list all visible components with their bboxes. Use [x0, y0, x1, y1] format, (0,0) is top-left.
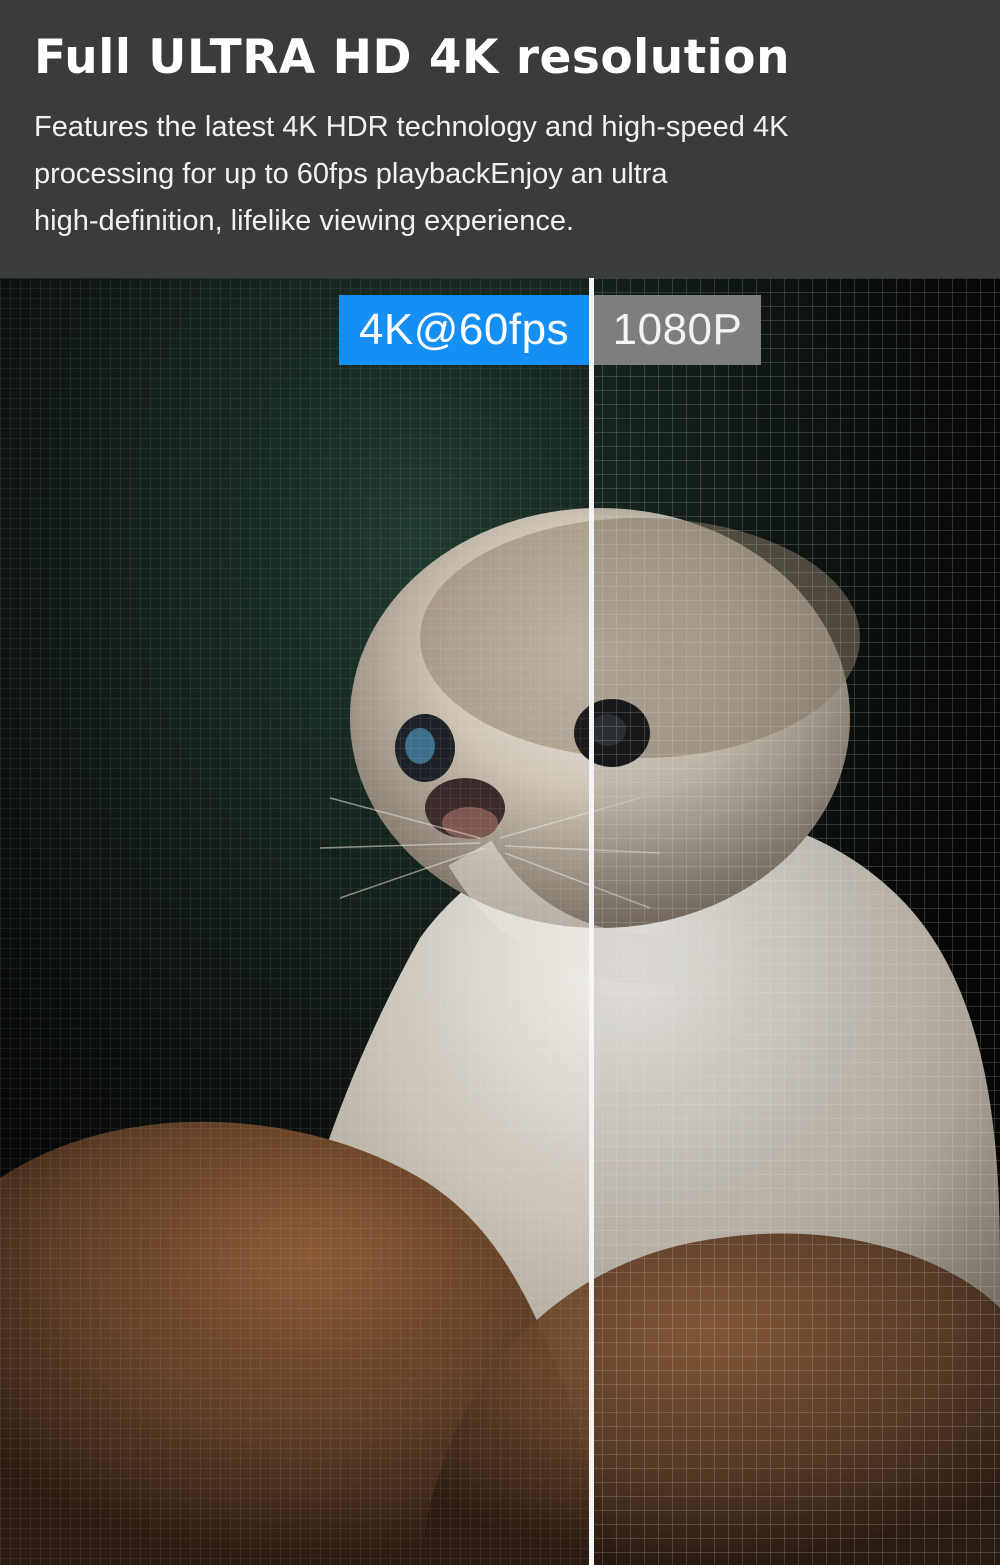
meerkat-comparison-photo: [0, 278, 1000, 1565]
page-title: Full ULTRA HD 4K resolution: [34, 30, 791, 85]
comparison-divider: [589, 278, 594, 1565]
feature-description: Features the latest 4K HDR technology an…: [34, 104, 934, 245]
description-line-1: Features the latest 4K HDR technology an…: [34, 111, 789, 143]
description-line-3: high-definition, lifelike viewing experi…: [34, 205, 575, 237]
header-banner: Full ULTRA HD 4K resolution Features the…: [0, 0, 1000, 278]
badge-1080p: 1080P: [594, 295, 761, 365]
badge-4k-60fps: 4K@60fps: [339, 295, 589, 365]
description-line-2: processing for up to 60fps playbackEnjoy…: [34, 158, 668, 190]
